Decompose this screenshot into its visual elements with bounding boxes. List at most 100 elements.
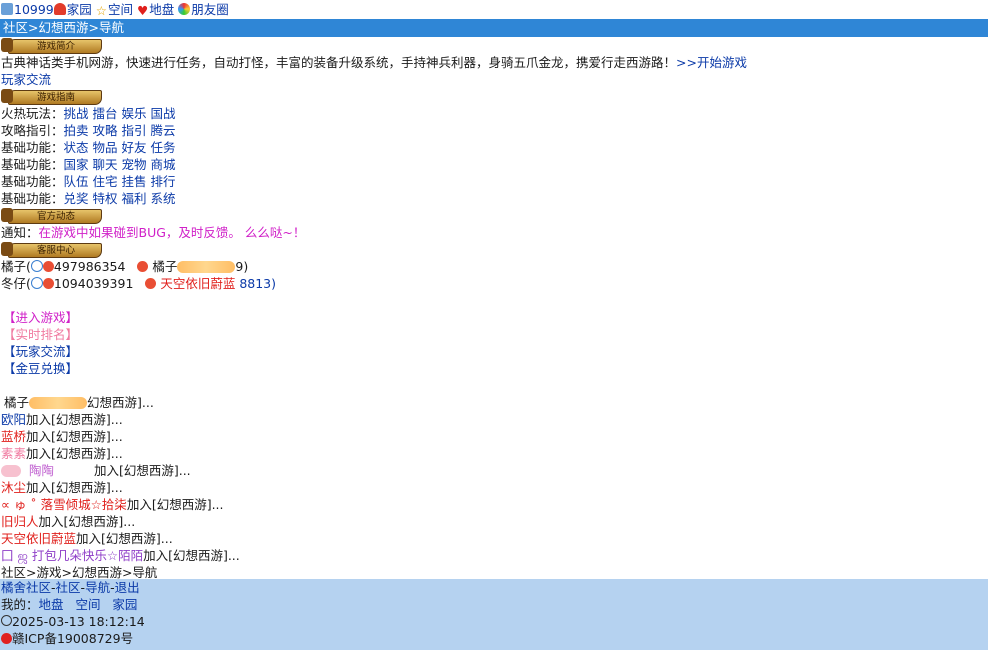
guide-link[interactable]: 福利: [122, 191, 147, 206]
breadcrumb-current: 导航: [99, 20, 125, 35]
guide-link[interactable]: 拍卖: [64, 123, 89, 138]
player-chat-link[interactable]: 玩家交流: [1, 72, 51, 87]
player-name-link[interactable]: ∝ ゅ ˚ 落雪倾城☆拾柒: [1, 497, 127, 512]
list-item: 素素加入[幻想西游]...: [1, 446, 123, 461]
guide-row: 基础功能：兑奖 特权 福利 系统: [1, 191, 176, 206]
guide-link[interactable]: 娱乐: [122, 106, 147, 121]
start-game-link[interactable]: >>开始游戏: [676, 55, 747, 70]
guide-link[interactable]: 住宅: [93, 174, 118, 189]
scroll-icon: [1, 38, 13, 52]
service-row: 冬仔(1094039391 天空依旧蔚蓝 8813): [1, 276, 277, 291]
player-name-link[interactable]: 陶陶: [29, 463, 54, 478]
guide-row: 基础功能：状态 物品 好友 任务: [1, 140, 176, 155]
guide-link[interactable]: 兑奖: [64, 191, 89, 206]
guide-link[interactable]: 状态: [64, 140, 89, 155]
redacted-mark: [177, 261, 236, 273]
footer-forum-link[interactable]: 社区: [56, 580, 81, 595]
list-item: 囗 ஜ 打包几朵快乐☆陌陌加入[幻想西游]...: [1, 548, 240, 563]
breadcrumb-game[interactable]: 幻想西游: [39, 20, 89, 35]
scroll-icon: [1, 89, 13, 103]
chat-bubble-icon: [30, 277, 43, 289]
service-banner: 客服中心: [0, 241, 988, 258]
guide-link[interactable]: 挂售: [122, 174, 147, 189]
emblem-icon: [1, 633, 12, 644]
list-item: 天空依旧蔚蓝加入[幻想西游]...: [1, 531, 173, 546]
guide-row: 攻略指引：拍卖 攻略 指引 腾云: [1, 123, 176, 138]
star-icon: ☆: [95, 3, 107, 18]
guide-list: 火热玩法：挑战 擂台 娱乐 国战 攻略指引：拍卖 攻略 指引 腾云 基础功能：状态 …: [0, 105, 988, 207]
clock-icon: [1, 615, 12, 626]
guide-link[interactable]: 队伍: [64, 174, 89, 189]
qq-icon: [42, 261, 54, 272]
player-chat-link[interactable]: 【玩家交流】: [3, 344, 78, 359]
guide-row: 火热玩法：挑战 擂台 娱乐 国战: [1, 106, 176, 121]
guide-link[interactable]: 擂台: [93, 106, 118, 121]
player-name-link[interactable]: 囗 ஜ 打包几朵快乐☆陌陌: [1, 548, 143, 563]
heart-icon: ♥: [136, 3, 149, 18]
guide-link[interactable]: 排行: [151, 174, 176, 189]
qq-number: 497986354: [53, 259, 126, 274]
guide-link[interactable]: 国家: [64, 157, 89, 172]
player-name-link[interactable]: 天空依旧蔚蓝: [1, 531, 76, 546]
guide-link[interactable]: 物品: [93, 140, 118, 155]
player-name-link[interactable]: 素素: [1, 446, 26, 461]
guide-link[interactable]: 特权: [93, 191, 118, 206]
guide-link[interactable]: 聊天: [93, 157, 118, 172]
qq-icon: [137, 261, 149, 272]
mine-home-link[interactable]: 家园: [112, 597, 137, 612]
breadcrumb-community[interactable]: 社区: [3, 20, 28, 35]
list-item: 蓝桥加入[幻想西游]...: [1, 429, 123, 444]
guide-row: 基础功能：队伍 住宅 挂售 排行: [1, 174, 176, 189]
scroll-icon: [1, 208, 13, 222]
player-name-link[interactable]: 蓝桥: [1, 429, 26, 444]
footer-nav-link[interactable]: 导航: [85, 580, 110, 595]
circle-icon: [178, 3, 191, 15]
enter-game-link[interactable]: 【进入游戏】: [3, 310, 78, 325]
news-banner: 官方动态: [0, 207, 988, 224]
footer-nav: 橘舍社区-社区-导航-退出: [1, 580, 140, 595]
contact-link[interactable]: 橘子: [152, 259, 177, 274]
user-icon: [1, 3, 13, 15]
list-item: 旧归人加入[幻想西游]...: [1, 514, 136, 529]
mine-territory-link[interactable]: 地盘: [39, 597, 64, 612]
mine-space-link[interactable]: 空间: [75, 597, 100, 612]
notice: 通知：在游戏中如果碰到BUG，及时反馈。 么么哒~！: [1, 225, 306, 240]
guide-link[interactable]: 商城: [151, 157, 176, 172]
territory-link[interactable]: 地盘: [149, 2, 174, 17]
qq-icon: [42, 278, 54, 289]
footer-community-link[interactable]: 橘舍社区: [1, 580, 51, 595]
home-link[interactable]: 家园: [67, 2, 92, 17]
list-item: 欧阳加入[幻想西游]...: [1, 412, 123, 427]
ranking-link[interactable]: 【实时排名】: [3, 327, 78, 342]
guide-link[interactable]: 挑战: [64, 106, 89, 121]
user-id-link[interactable]: 10999: [14, 2, 54, 17]
guide-link[interactable]: 攻略: [93, 123, 118, 138]
guide-link[interactable]: 系统: [151, 191, 176, 206]
guide-link[interactable]: 国战: [151, 106, 176, 121]
guide-link[interactable]: 腾云: [151, 123, 176, 138]
footer-time: 2025-03-13 18:12:14: [0, 613, 988, 630]
guide-link[interactable]: 宠物: [122, 157, 147, 172]
service-row: 橘子(497986354 橘子 9): [1, 259, 249, 274]
guide-link[interactable]: 任务: [151, 140, 176, 155]
guide-link[interactable]: 指引: [122, 123, 147, 138]
qq-number: 1094039391: [53, 276, 134, 291]
friends-link[interactable]: 朋友圈: [191, 2, 229, 17]
player-name-link[interactable]: 沐尘: [1, 480, 26, 495]
space-link[interactable]: 空间: [108, 2, 133, 17]
icp-link[interactable]: 赣ICP备19008729号: [12, 631, 133, 646]
player-name-link[interactable]: 旧归人: [1, 514, 39, 529]
list-item: ∝ ゅ ˚ 落雪倾城☆拾柒加入[幻想西游]...: [1, 497, 224, 512]
player-name-link[interactable]: 橘子: [1, 395, 29, 410]
guide-link[interactable]: 好友: [122, 140, 147, 155]
footer-mine: 我的：地盘 空间 家园: [1, 597, 138, 612]
logout-link[interactable]: 退出: [115, 580, 140, 595]
breadcrumb: 社区>幻想西游>导航: [0, 19, 988, 37]
footer: 橘舍社区-社区-导航-退出 我的：地盘 空间 家园 2025-03-13 18:…: [0, 579, 988, 650]
mushroom-icon: [53, 3, 66, 15]
player-name-link[interactable]: 欧阳: [1, 412, 26, 427]
list-item: 橘子 幻想西游]...: [0, 394, 988, 411]
contact-link[interactable]: 天空依旧蔚蓝: [160, 276, 235, 291]
redacted-mark: [29, 397, 88, 409]
bean-exchange-link[interactable]: 【金豆兑换】: [3, 361, 78, 376]
